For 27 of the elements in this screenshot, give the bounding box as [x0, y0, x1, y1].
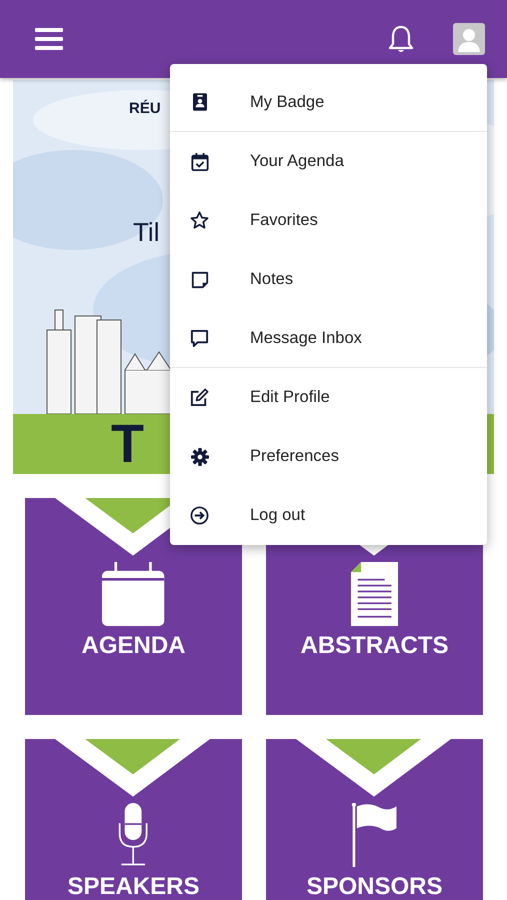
speech-bubble-icon [190, 328, 209, 348]
menu-item[interactable]: Edit Profile [170, 368, 487, 427]
note-icon [190, 270, 208, 288]
menu-item[interactable]: My Badge [170, 73, 487, 132]
id-badge-icon [192, 93, 206, 111]
home-tile[interactable]: SPEAKERS [25, 739, 242, 900]
banner-city: T [111, 413, 144, 474]
edit-icon [190, 388, 209, 407]
menu-icon[interactable] [35, 27, 63, 51]
home-tile[interactable]: SPONSORS [266, 739, 483, 900]
notification-bell-icon[interactable] [387, 24, 415, 54]
star-icon [190, 211, 209, 230]
menu-item[interactable]: Preferences [170, 427, 487, 486]
document-icon [350, 562, 398, 626]
flag-icon [350, 803, 398, 867]
microphone-icon [118, 803, 149, 867]
banner-kicker: RÉU [129, 100, 161, 117]
calendar-check-icon [190, 152, 208, 170]
menu-item[interactable]: Your Agenda [170, 132, 487, 191]
menu-item[interactable]: Favorites [170, 191, 487, 250]
calendar-icon [102, 562, 165, 626]
banner-subtitle: Til [133, 217, 160, 248]
menu-item[interactable]: Notes [170, 250, 487, 309]
arrow-circle-icon [190, 506, 209, 525]
menu-item[interactable]: Message Inbox [170, 309, 487, 368]
settings-icon [190, 448, 208, 466]
home-tile[interactable]: AGENDA [25, 498, 242, 715]
